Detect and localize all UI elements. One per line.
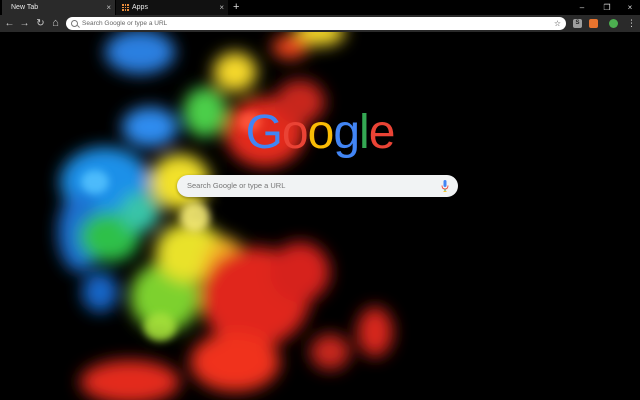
microphone-icon[interactable] xyxy=(441,180,449,192)
tab-strip: New Tab × Apps × + – ❐ × xyxy=(0,0,640,15)
back-button[interactable]: ← xyxy=(3,17,16,30)
reload-button[interactable]: ↻ xyxy=(34,17,47,30)
profile-extension-icon[interactable] xyxy=(609,19,618,28)
restore-button[interactable]: ❐ xyxy=(597,0,617,15)
logo-letter: G xyxy=(245,106,283,159)
forward-button[interactable]: → xyxy=(18,17,31,30)
logo-letter: l xyxy=(359,106,370,159)
logo-letter: e xyxy=(368,106,396,159)
google-logo: Google xyxy=(0,105,640,161)
tab-title: New Tab xyxy=(11,4,39,11)
bookmark-star-icon[interactable]: ☆ xyxy=(554,17,561,30)
close-window-button[interactable]: × xyxy=(620,0,640,15)
feed-extension-icon[interactable] xyxy=(589,19,598,28)
tab-apps[interactable]: Apps × xyxy=(116,0,228,15)
address-bar[interactable]: Search Google or type a URL ☆ xyxy=(66,17,566,30)
tab-new-tab[interactable]: New Tab × xyxy=(2,0,115,15)
ntp-search-placeholder: Search Google or type a URL xyxy=(187,181,286,190)
browser-window: New Tab × Apps × + – ❐ × ← → ↻ ⌂ Search … xyxy=(0,0,640,400)
close-icon[interactable]: × xyxy=(219,0,224,15)
logo-letter: o xyxy=(307,106,335,159)
minimize-button[interactable]: – xyxy=(572,0,592,15)
new-tab-button[interactable]: + xyxy=(233,0,239,15)
tab-title: Apps xyxy=(132,4,148,11)
close-icon[interactable]: × xyxy=(106,0,111,15)
search-icon xyxy=(71,20,78,27)
apps-grid-icon xyxy=(122,4,130,12)
toolbar: ← → ↻ ⌂ Search Google or type a URL ☆ S … xyxy=(0,15,640,32)
home-button[interactable]: ⌂ xyxy=(49,17,62,30)
background-image xyxy=(0,32,640,400)
logo-letter: g xyxy=(333,106,360,159)
logo-letter: o xyxy=(281,106,309,159)
ntp-search-box[interactable]: Search Google or type a URL xyxy=(177,175,458,197)
address-bar-placeholder: Search Google or type a URL xyxy=(82,20,168,27)
s-extension-icon[interactable]: S xyxy=(573,19,582,28)
menu-icon[interactable]: ⋮ xyxy=(627,16,636,31)
